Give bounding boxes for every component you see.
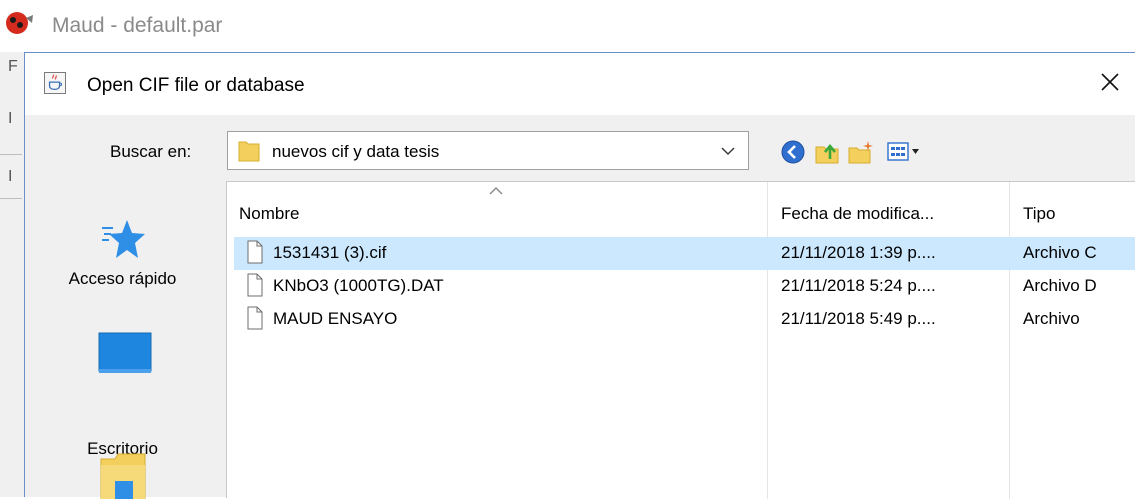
close-icon [1101, 73, 1119, 91]
look-in-dropdown[interactable]: nuevos cif y data tesis [227, 131, 749, 170]
background-panel-fragment: I [8, 168, 13, 185]
desktop-icon [98, 332, 152, 373]
chevron-down-icon [721, 147, 735, 155]
dialog-titlebar[interactable]: Open CIF file or database [25, 53, 1135, 115]
dialog-title: Open CIF file or database [87, 75, 305, 96]
background-toolbar-fragment: I [8, 110, 13, 127]
file-row[interactable]: MAUD ENSAYO 21/11/2018 5:49 p.... Archiv… [227, 303, 1135, 336]
file-date: 21/11/2018 5:24 p.... [781, 276, 936, 295]
sort-ascending-icon [489, 187, 503, 195]
place-label-quick-access: Acceso rápido [68, 269, 177, 288]
maud-app-icon [6, 12, 33, 34]
background-menu-fragment: F [8, 58, 18, 75]
view-menu-icon[interactable] [886, 139, 924, 165]
background-divider [0, 154, 22, 155]
column-header-type[interactable]: Tipo [1023, 204, 1055, 224]
java-icon [44, 72, 66, 94]
column-separator[interactable] [1009, 182, 1010, 499]
look-in-value: nuevos cif y data tesis [272, 142, 440, 161]
file-icon [247, 273, 263, 297]
file-icon [247, 240, 263, 264]
place-desktop[interactable]: Escritorio [35, 301, 210, 458]
file-type: Archivo [1023, 309, 1080, 328]
background-divider [0, 198, 22, 199]
file-name: MAUD ENSAYO [273, 309, 398, 328]
place-libraries[interactable] [35, 439, 210, 499]
back-icon[interactable] [780, 139, 806, 165]
place-quick-access[interactable]: Acceso rápido [35, 181, 210, 291]
file-icon [247, 306, 263, 330]
new-folder-icon[interactable] [848, 139, 874, 165]
file-name: KNbO3 (1000TG).DAT [273, 276, 444, 295]
file-date: 21/11/2018 5:49 p.... [781, 309, 936, 328]
file-name: 1531431 (3).cif [273, 243, 387, 262]
file-row[interactable]: KNbO3 (1000TG).DAT 21/11/2018 5:24 p....… [227, 270, 1135, 303]
file-list[interactable]: Nombre Fecha de modifica... Tipo 1531431… [226, 181, 1135, 499]
up-folder-icon[interactable] [814, 139, 840, 165]
column-header-date[interactable]: Fecha de modifica... [781, 204, 934, 224]
close-button[interactable] [1095, 67, 1125, 97]
libraries-icon [100, 453, 146, 499]
file-type: Archivo C [1023, 243, 1097, 262]
file-type: Archivo D [1023, 276, 1097, 295]
file-date: 21/11/2018 1:39 p.... [781, 243, 936, 262]
look-in-label: Buscar en: [110, 142, 192, 161]
open-cif-dialog: Open CIF file or database Buscar en: nue… [24, 52, 1135, 499]
column-header-name[interactable]: Nombre [239, 204, 299, 224]
background-window-title: Maud - default.par [52, 14, 223, 37]
column-separator[interactable] [767, 182, 768, 499]
places-bar: Acceso rápido Escritorio [35, 181, 210, 499]
file-row[interactable]: 1531431 (3).cif 21/11/2018 1:39 p.... Ar… [227, 237, 1135, 270]
folder-icon [238, 141, 260, 162]
star-icon [102, 220, 145, 258]
